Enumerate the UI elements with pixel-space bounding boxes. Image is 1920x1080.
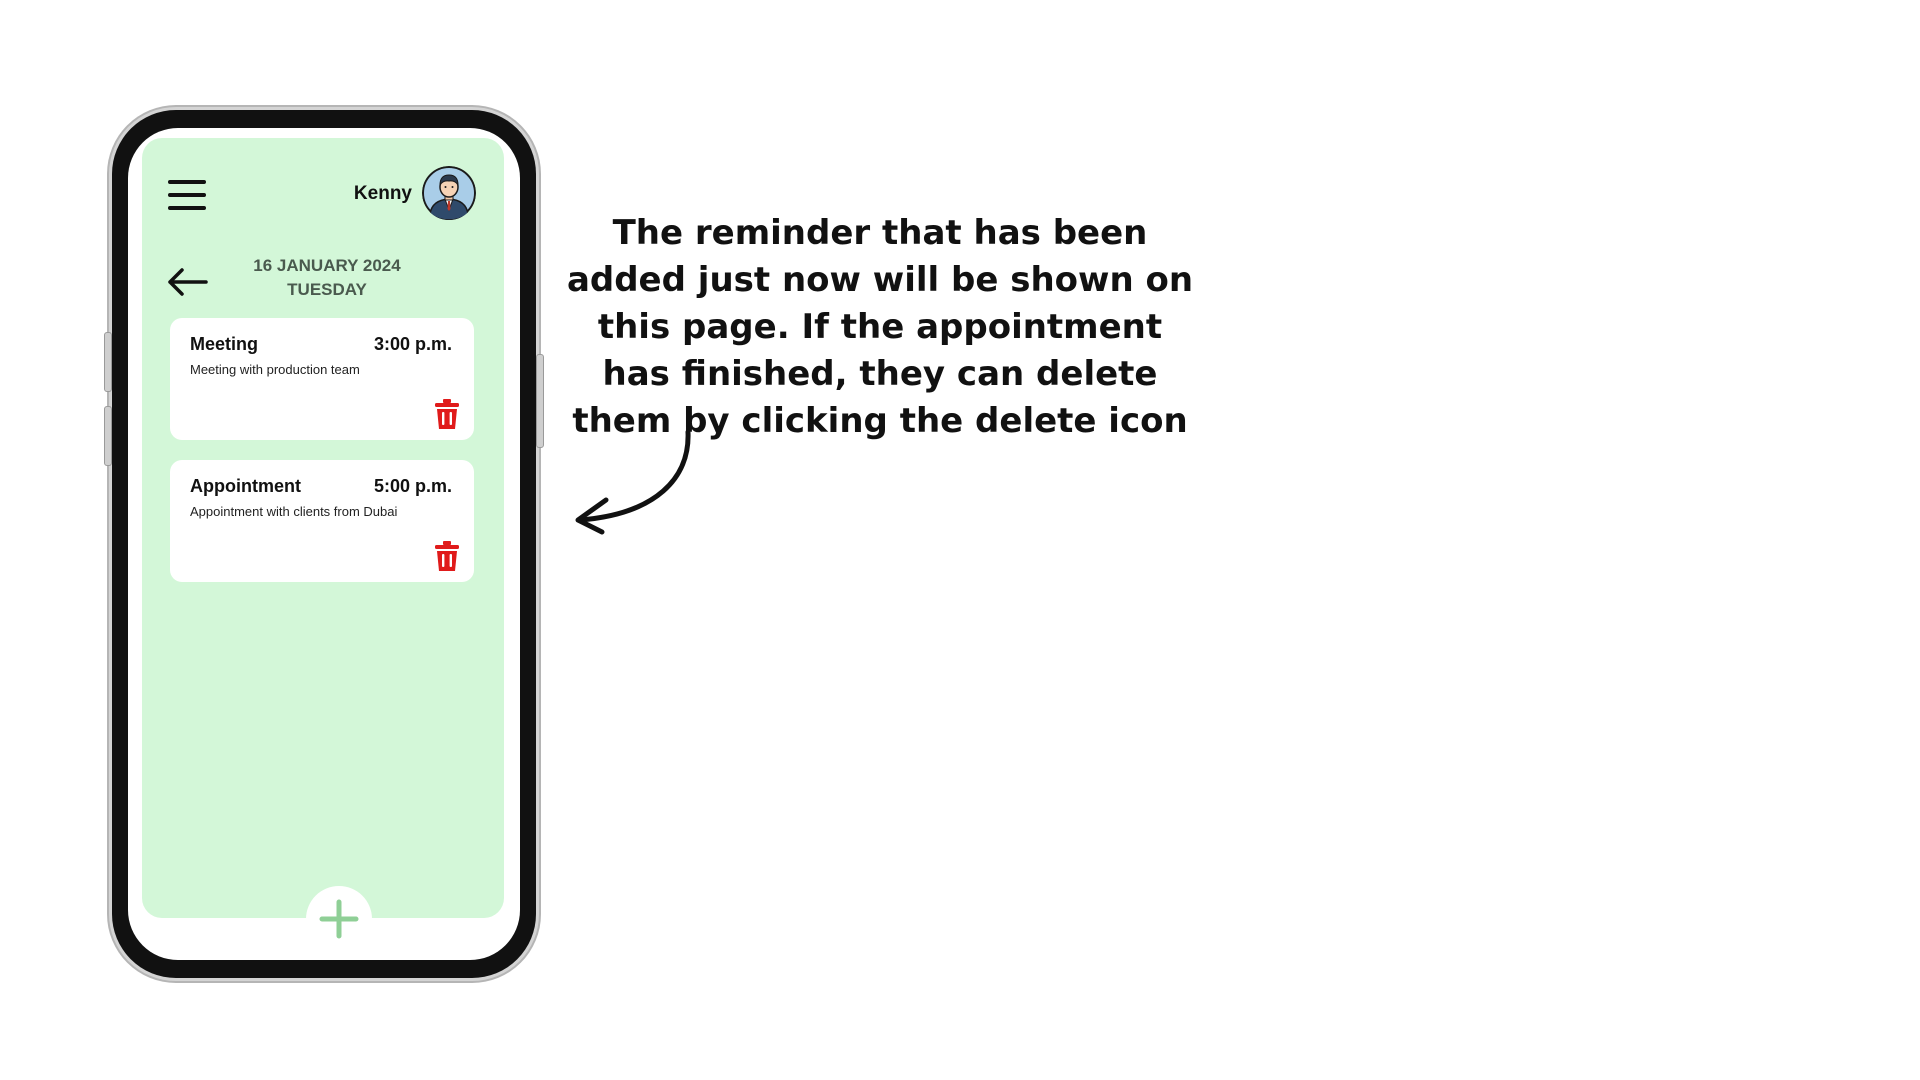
hamburger-menu-icon[interactable]	[168, 180, 206, 210]
reminder-app-screen: Kenny 16 JANUARY 2024 TUESDAY Meeting 3:…	[142, 138, 504, 918]
reminder-title: Meeting	[190, 334, 259, 354]
arrow-left-icon[interactable]	[166, 266, 208, 298]
selected-date: 16 JANUARY 2024 TUESDAY	[222, 254, 432, 302]
phone-screen: Kenny 16 JANUARY 2024 TUESDAY Meeting 3:…	[128, 128, 520, 960]
date-line: 16 JANUARY 2024	[253, 256, 401, 275]
reminder-time: 5:00 p.m.	[373, 476, 452, 496]
reminder-description: Appointment with clients from Dubai	[190, 504, 398, 519]
annotation-text: The reminder that has been added just no…	[566, 213, 1194, 441]
volume-down-button	[104, 406, 112, 466]
curved-arrow-icon	[575, 429, 691, 535]
trash-icon[interactable]	[434, 398, 460, 430]
phone-mockup: Kenny 16 JANUARY 2024 TUESDAY Meeting 3:…	[104, 110, 544, 978]
reminder-title: Appointment	[190, 476, 301, 496]
reminder-time: 3:00 p.m.	[373, 334, 452, 354]
reminder-card[interactable]: Appointment 5:00 p.m. Appointment with c…	[170, 460, 474, 582]
canvas: Kenny 16 JANUARY 2024 TUESDAY Meeting 3:…	[0, 0, 1920, 1080]
plus-icon	[319, 899, 359, 939]
trash-icon[interactable]	[434, 540, 460, 572]
volume-up-button	[104, 332, 112, 392]
reminder-card[interactable]: Meeting 3:00 p.m. Meeting with productio…	[170, 318, 474, 440]
reminder-description: Meeting with production team	[190, 362, 360, 377]
day-line: TUESDAY	[287, 280, 367, 299]
user-name: Kenny	[353, 183, 412, 204]
add-reminder-button[interactable]	[306, 886, 372, 952]
user-avatar[interactable]	[422, 166, 476, 220]
power-button	[536, 354, 544, 448]
